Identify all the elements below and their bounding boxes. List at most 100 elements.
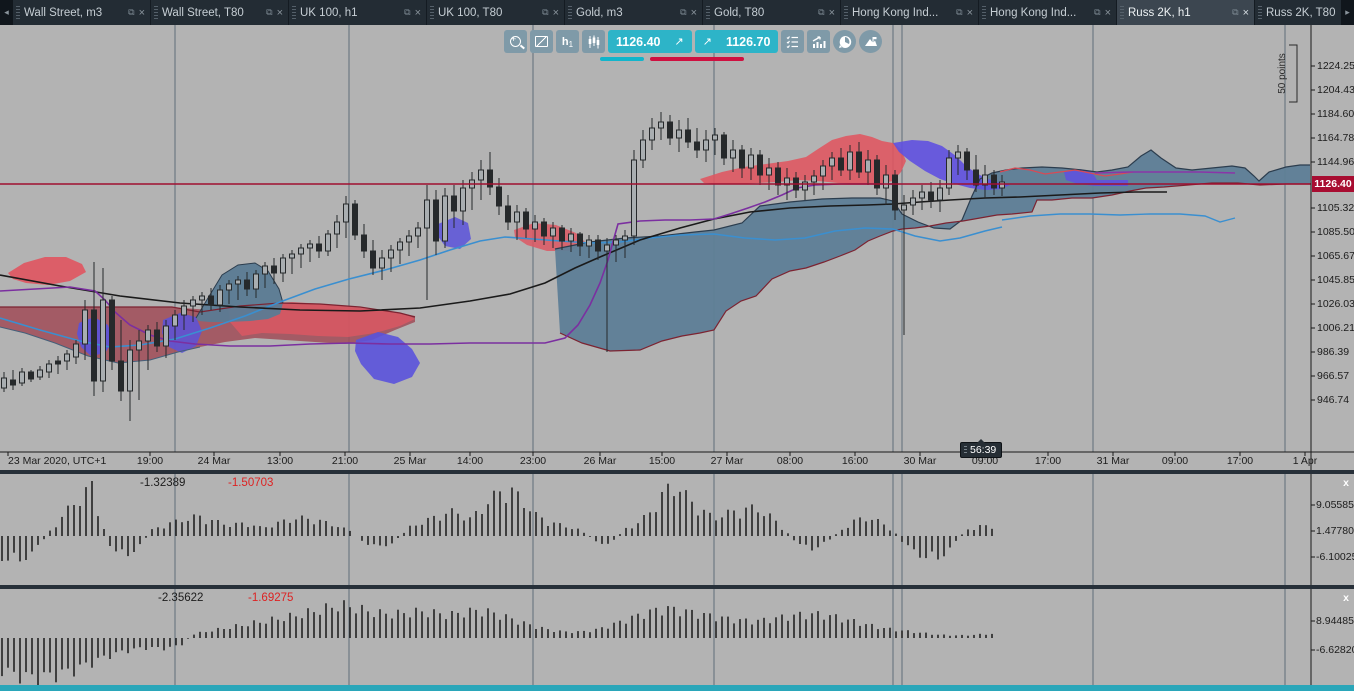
order-list-button[interactable] [781,30,805,53]
tab-close-icon[interactable]: × [1243,7,1249,19]
sentiment-button[interactable] [833,30,857,53]
tab-close-icon[interactable]: × [967,7,973,19]
tab-wall-street-t80[interactable]: Wall Street, T80 ⧉ × [151,0,288,25]
buy-button[interactable]: ↗ 1126.70 [694,30,779,53]
tab-grip-icon[interactable] [844,5,848,20]
chart-settings-icon [535,36,548,47]
tab-gold-t80[interactable]: Gold, T80 ⧉ × [703,0,840,25]
time-axis-label: 30 Mar [903,455,937,467]
tab-uk-100-h1[interactable]: UK 100, h1 ⧉ × [289,0,426,25]
tab-grip-icon[interactable] [16,5,20,20]
time-axis-label: 17:00 [1034,455,1062,467]
tab-grip-icon[interactable] [1120,5,1124,20]
panel1-axis-label: 1.47780 [1316,525,1354,537]
tab-label: Wall Street, m3 [24,6,103,19]
zoom-button[interactable] [504,30,527,53]
tab-scroll-right-icon[interactable]: ▸ [1341,0,1354,25]
tab-gold-m3[interactable]: Gold, m3 ⧉ × [565,0,702,25]
chart-type-button[interactable] [582,30,605,53]
tab-label: Hong Kong Ind... [990,6,1077,19]
time-axis-label: 15:00 [648,455,676,467]
chart-toolbar: h 1 1126.40 ↗ ↗ 1126.70 [504,30,883,53]
panel1-value-red: -1.50703 [228,477,274,489]
tab-popout-icon[interactable]: ⧉ [266,7,272,18]
tab-grip-icon[interactable] [1258,5,1262,20]
tab-popout-icon[interactable]: ⧉ [128,7,134,18]
price-axis-label: 1184.60 [1317,108,1354,120]
buy-price: 1126.70 [725,34,771,49]
tab-label: Russ 2K, h1 [1128,6,1191,19]
tab-popout-icon[interactable]: ⧉ [542,7,548,18]
tab-hong-kong-ind[interactable]: Hong Kong Ind... ⧉ × [979,0,1116,25]
sell-underline [600,57,644,61]
tab-close-icon[interactable]: × [1105,7,1111,19]
panel-separator[interactable] [0,585,1354,589]
tab-strip: Wall Street, m3 ⧉ × Wall Street, T80 ⧉ × UK 10… [13,0,1341,25]
timeframe-label: h [561,35,569,48]
chart-settings-button[interactable] [530,30,553,53]
time-axis-label: 1 Apr [1292,455,1318,467]
tab-russ-2k-t80[interactable]: Russ 2K, T80⧉× [1255,0,1341,25]
tab-russ-2k-h1[interactable]: Russ 2K, h1 ⧉ × [1117,0,1254,25]
stats-arrow-icon [812,35,826,48]
buy-underline [650,57,744,61]
tab-popout-icon[interactable]: ⧉ [1094,7,1100,18]
chart-tab-bar: ◂ Wall Street, m3 ⧉ × Wall Street, T80 ⧉ × UK … [0,0,1354,25]
indicators-button[interactable] [807,30,831,53]
time-axis-label: 25 Mar [393,455,427,467]
countdown-text: 56:39 [970,444,997,456]
panel1-value-dark: -1.32389 [140,477,186,489]
tab-scroll-left-icon[interactable]: ◂ [0,0,13,25]
pie-bubble-icon [838,35,852,48]
tab-close-icon[interactable]: × [829,7,835,19]
flag-mountain-icon [864,36,877,46]
candle-countdown-tooltip: 56:39 [960,439,1003,458]
tab-grip-icon[interactable] [706,5,710,20]
time-axis-label: 27 Mar [710,455,744,467]
time-axis-label: 26 Mar [583,455,617,467]
tab-popout-icon[interactable]: ⧉ [818,7,824,18]
tab-label: Gold, T80 [714,6,765,19]
tab-label: Wall Street, T80 [162,6,244,19]
panel1-axis-label: -6.10025 [1316,551,1354,563]
tab-popout-icon[interactable]: ⧉ [1232,7,1238,18]
tab-label: Hong Kong Ind... [852,6,939,19]
candlestick-icon [588,35,599,48]
checklist-icon [787,36,799,48]
panel2-close-button[interactable]: x [1340,592,1352,604]
tab-wall-street-m3[interactable]: Wall Street, m3 ⧉ × [13,0,150,25]
time-axis-label: 08:00 [776,455,804,467]
tab-popout-icon[interactable]: ⧉ [404,7,410,18]
panel-separator[interactable] [0,470,1354,474]
tab-label: UK 100, h1 [300,6,358,19]
tab-popout-icon[interactable]: ⧉ [680,7,686,18]
tab-uk-100-t80[interactable]: UK 100, T80 ⧉ × [427,0,564,25]
panel2-axis-label: -6.62820 [1316,644,1354,656]
tab-grip-icon[interactable] [292,5,296,20]
tab-close-icon[interactable]: × [691,7,697,19]
panel2-axis-label: 8.94485 [1316,615,1354,627]
sell-button[interactable]: 1126.40 ↗ [608,30,692,53]
tab-grip-icon[interactable] [982,5,986,20]
tab-close-icon[interactable]: × [139,7,145,19]
snapshot-button[interactable] [859,30,883,53]
time-axis-label: 31 Mar [1096,455,1130,467]
panel1-close-button[interactable]: x [1340,477,1352,489]
price-axis-label: 1144.96 [1317,156,1354,168]
tab-hong-kong-ind[interactable]: Hong Kong Ind... ⧉ × [841,0,978,25]
tab-grip-icon[interactable] [154,5,158,20]
tab-popout-icon[interactable]: ⧉ [956,7,962,18]
panel2-value-red: -1.69275 [248,592,294,604]
tab-label: Russ 2K, T80 [1266,6,1336,19]
tab-close-icon[interactable]: × [553,7,559,19]
magnifier-plus-icon [510,34,521,47]
tab-grip-icon[interactable] [430,5,434,20]
timeframe-sub-label: 1 [568,39,574,49]
tab-close-icon[interactable]: × [415,7,421,19]
price-axis-label: 986.39 [1317,346,1350,358]
price-axis-label: 966.57 [1317,370,1350,382]
timeframe-button[interactable]: h 1 [556,30,579,53]
time-axis-label: 23:00 [519,455,547,467]
tab-grip-icon[interactable] [568,5,572,20]
tab-close-icon[interactable]: × [277,7,283,19]
